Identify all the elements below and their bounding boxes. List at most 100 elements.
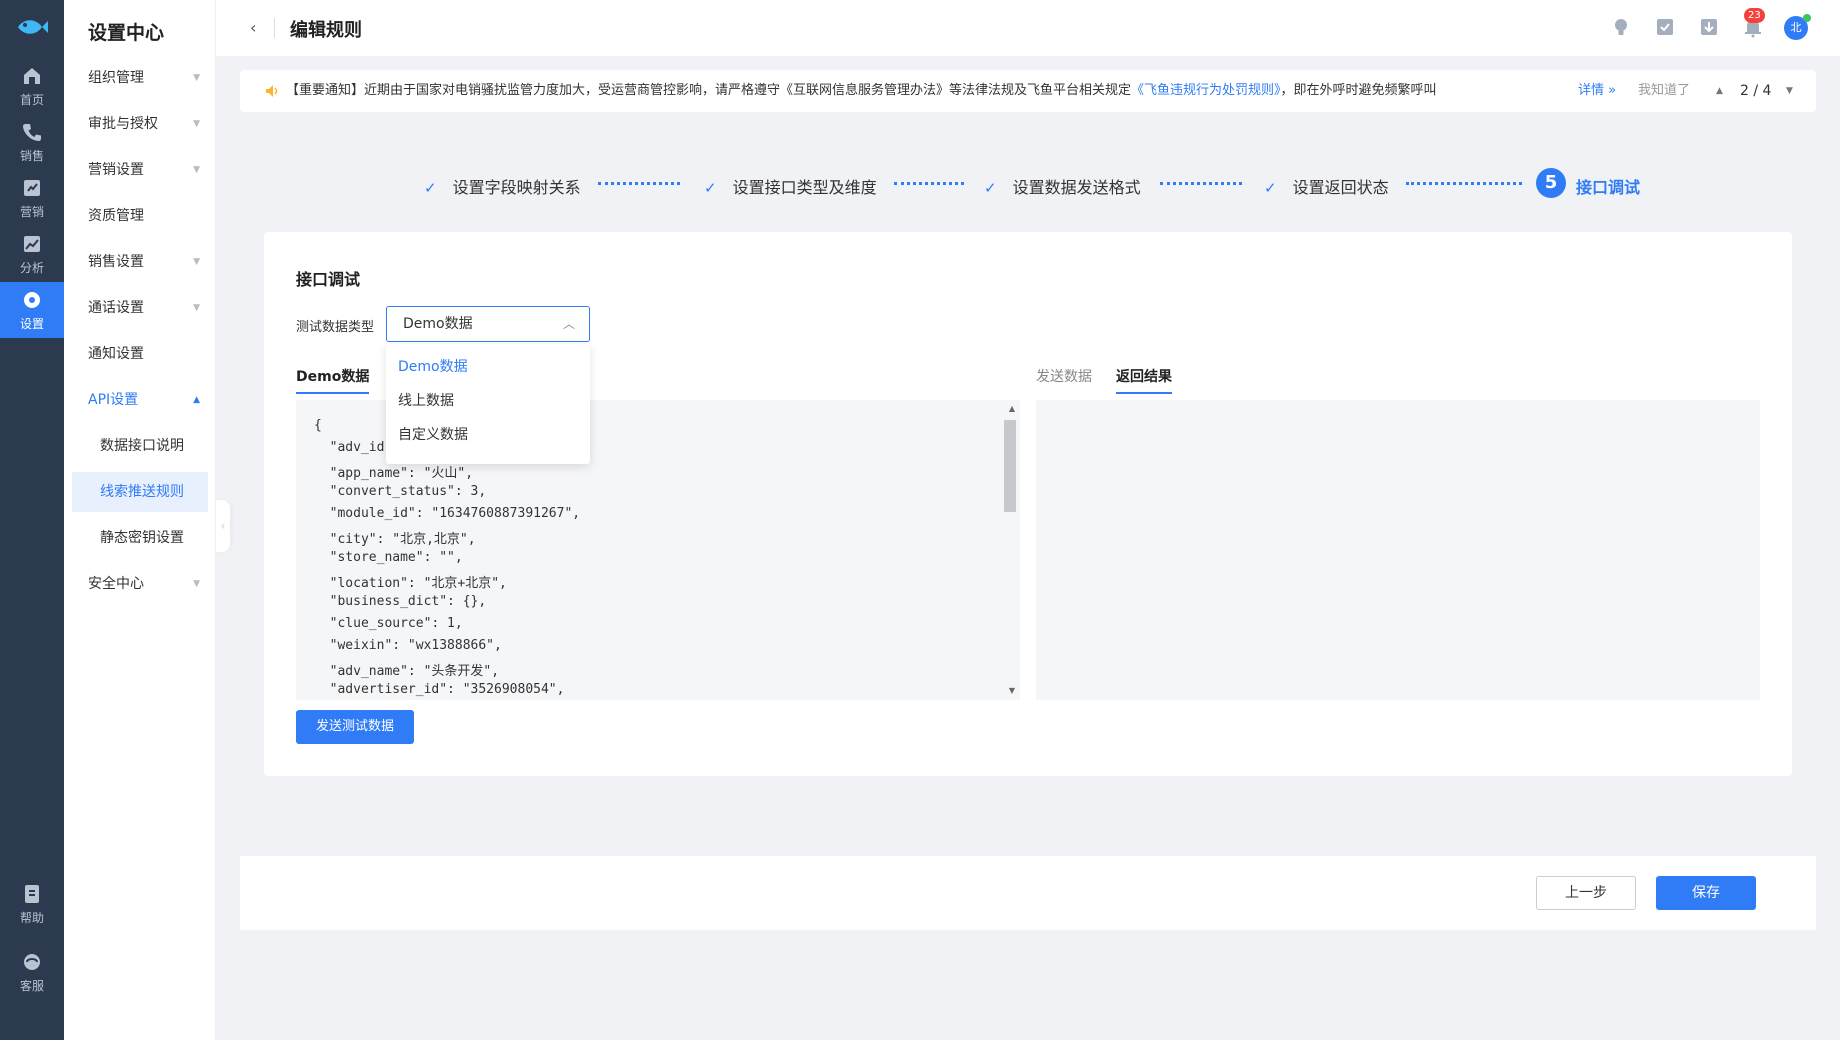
chevron-up-icon: ︿: [562, 317, 575, 331]
menu-item-label: 审批与授权: [88, 116, 158, 132]
menu-item-sales[interactable]: 销售设置 ▼: [64, 242, 216, 282]
menu-item-notification[interactable]: 通知设置: [64, 334, 216, 374]
rail-item-analytics[interactable]: 分析: [0, 226, 64, 282]
notice-pager: 2 / 4: [1740, 83, 1772, 99]
menu-item-call[interactable]: 通话设置 ▼: [64, 288, 216, 328]
save-button[interactable]: 保存: [1656, 876, 1756, 910]
step-connector: [894, 182, 964, 185]
notice-bar: 【重要通知】近期由于国家对电销骚扰监管力度加大，受运营商管控影响，请严格遵守《互…: [240, 70, 1816, 112]
settings-icon: [24, 291, 40, 308]
code-line: "advertiser_id": "3526908054",: [314, 682, 565, 697]
menu-item-label: 线索推送规则: [100, 484, 184, 500]
step-label: 设置数据发送格式: [1012, 178, 1141, 197]
menu-item-label: 资质管理: [88, 208, 144, 224]
menu-item-label: 营销设置: [88, 162, 144, 178]
chevron-down-icon: ▼: [193, 579, 200, 589]
menu-item-security[interactable]: 安全中心 ▼: [64, 564, 216, 604]
step-connector: [1160, 182, 1242, 185]
rail-item-label: 设置: [19, 316, 44, 331]
menu-item-label: 销售设置: [88, 254, 144, 270]
rail-item-label: 销售: [19, 148, 44, 163]
scrollbar-thumb[interactable]: [1004, 420, 1016, 512]
notice-text: 【重要通知】近期由于国家对电销骚扰监管力度加大，受运营商管控影响，请严格遵守《互…: [286, 70, 1436, 112]
check-icon: ✓: [984, 179, 997, 197]
scroll-down-icon[interactable]: ▼: [1009, 686, 1015, 695]
chevron-down-icon: ▼: [193, 165, 200, 175]
menu-item-approval[interactable]: 审批与授权 ▼: [64, 104, 216, 144]
rail-item-label: 帮助: [19, 910, 44, 925]
notice-detail-link[interactable]: 详情 »: [1578, 70, 1616, 112]
menu-item-marketing[interactable]: 营销设置 ▼: [64, 150, 216, 190]
tab-demo-data[interactable]: Demo数据: [296, 366, 370, 394]
rail-item-support[interactable]: 客服: [0, 944, 64, 1000]
collapse-submenu-handle[interactable]: ‹: [216, 500, 230, 552]
step-1: ✓ 设置字段映射关系: [424, 174, 581, 198]
rail-item-label: 分析: [19, 260, 44, 275]
tab-return-result[interactable]: 返回结果: [1116, 366, 1172, 394]
chevron-down-icon: ▼: [193, 303, 200, 313]
rail-item-label: 营销: [19, 204, 44, 219]
menu-item-label: 安全中心: [88, 576, 144, 592]
rail-item-settings[interactable]: 设置: [0, 282, 64, 338]
send-test-data-button[interactable]: 发送测试数据: [296, 710, 414, 744]
menu-item-label: 组织管理: [88, 70, 144, 86]
step-label: 设置字段映射关系: [452, 178, 581, 197]
chevron-down-icon: ▼: [193, 119, 200, 129]
option-demo-data[interactable]: Demo数据: [386, 350, 590, 384]
footer-bar: 上一步 保存: [240, 856, 1816, 930]
rail-item-label: 客服: [19, 978, 44, 993]
menu-item-data-interface[interactable]: 数据接口说明: [64, 426, 216, 466]
notice-text-prefix: 【重要通知】近期由于国家对电销骚扰监管力度加大，受运营商管控影响，请严格遵守《互…: [286, 83, 1132, 98]
lightbulb-icon[interactable]: [1610, 16, 1632, 38]
data-type-select[interactable]: Demo数据 ︿: [386, 306, 590, 342]
back-arrow-icon[interactable]: ‹: [250, 18, 256, 37]
result-panel: [1036, 400, 1760, 700]
fish-logo-icon[interactable]: [14, 14, 50, 40]
code-line: "module_id": "1634760887391267",: [314, 506, 581, 521]
prev-step-button[interactable]: 上一步: [1536, 876, 1636, 910]
menu-item-qualification[interactable]: 资质管理: [64, 196, 216, 236]
menu-item-api[interactable]: API设置 ▲: [64, 380, 216, 420]
notice-dismiss-button[interactable]: 我知道了: [1638, 70, 1690, 112]
option-online-data[interactable]: 线上数据: [386, 384, 590, 418]
tab-send-data[interactable]: 发送数据: [1036, 366, 1092, 392]
submenu-title: 设置中心: [88, 22, 165, 44]
scroll-up-icon[interactable]: ▲: [1009, 404, 1015, 413]
rail-item-help[interactable]: 帮助: [0, 876, 64, 932]
notice-prev-icon[interactable]: ▲: [1716, 70, 1723, 112]
menu-item-static-key[interactable]: 静态密钥设置: [64, 518, 216, 558]
check-icon: ✓: [1264, 179, 1277, 197]
notice-text-suffix: ，即在外呼时避免频繁呼叫、...: [1280, 83, 1436, 98]
speaker-icon: [266, 85, 278, 97]
nav-rail: 首页 销售 营销 分析 设置 帮助 客服: [0, 0, 64, 1040]
marketing-icon: [24, 179, 40, 196]
data-type-value: Demo数据: [403, 316, 473, 332]
chevron-down-icon: ▼: [193, 257, 200, 267]
section-title: 接口调试: [296, 270, 361, 289]
rail-item-home[interactable]: 首页: [0, 58, 64, 114]
download-client-icon[interactable]: [1698, 16, 1720, 38]
rail-item-label: 首页: [19, 92, 44, 107]
notification-badge: 23: [1744, 8, 1765, 23]
code-line: "business_dict": {},: [314, 594, 487, 609]
support-icon: [24, 953, 40, 970]
step-4: ✓ 设置返回状态: [1264, 174, 1389, 198]
task-check-icon[interactable]: [1654, 16, 1676, 38]
menu-item-lead-push-rules[interactable]: 线索推送规则: [72, 472, 208, 512]
analytics-icon: [24, 235, 40, 252]
notice-next-icon[interactable]: ▼: [1786, 70, 1793, 112]
option-custom-data[interactable]: 自定义数据: [386, 418, 590, 452]
code-line: "store_name": "",: [314, 550, 463, 565]
menu-item-label: API设置: [88, 392, 139, 408]
menu-item-org[interactable]: 组织管理 ▼: [64, 58, 216, 98]
debug-card: 接口调试 测试数据类型 Demo数据 ︿ Demo数据 发送数据 返回结果 { …: [264, 232, 1792, 776]
rail-item-sales[interactable]: 销售: [0, 114, 64, 170]
menu-item-label: 通话设置: [88, 300, 144, 316]
notice-policy-link[interactable]: 《飞鱼违规行为处罚规则》: [1131, 83, 1281, 98]
data-type-dropdown: Demo数据 线上数据 自定义数据: [386, 344, 590, 464]
rail-item-marketing[interactable]: 营销: [0, 170, 64, 226]
step-label: 设置接口类型及维度: [732, 178, 877, 197]
menu-item-label: 数据接口说明: [100, 438, 184, 454]
page-header: ‹ 编辑规则: [216, 0, 1840, 56]
step-2: ✓ 设置接口类型及维度: [704, 174, 877, 198]
